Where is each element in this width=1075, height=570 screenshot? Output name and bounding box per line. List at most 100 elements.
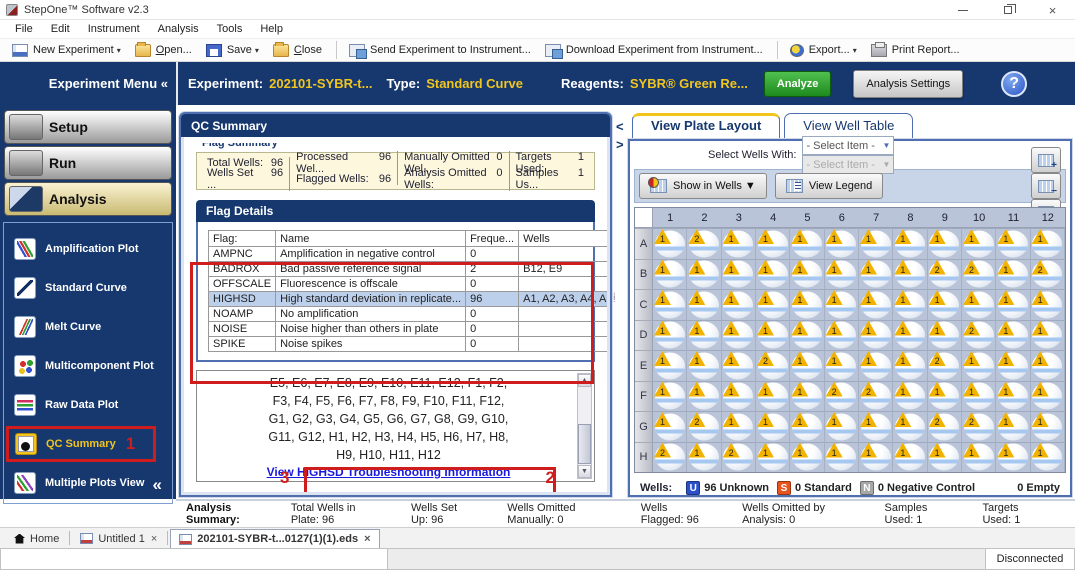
well-E5[interactable]: 1 xyxy=(790,350,824,381)
well-B12[interactable]: 2 xyxy=(1031,259,1065,290)
well-D7[interactable]: 1 xyxy=(859,320,893,351)
new-experiment-button[interactable]: New Experiment▾ xyxy=(6,42,127,59)
well-C7[interactable]: 1 xyxy=(859,289,893,320)
well-H6[interactable]: 1 xyxy=(825,442,859,473)
well-D6[interactable]: 1 xyxy=(825,320,859,351)
well-C1[interactable]: 1 xyxy=(653,289,687,320)
well-E7[interactable]: 1 xyxy=(859,350,893,381)
well-A1[interactable]: 1 xyxy=(653,228,687,259)
menu-analysis[interactable]: Analysis xyxy=(149,21,208,37)
well-H11[interactable]: 1 xyxy=(996,442,1030,473)
well-B8[interactable]: 1 xyxy=(893,259,927,290)
well-H9[interactable]: 1 xyxy=(928,442,962,473)
flag-row-spike[interactable]: SPIKENoise spikes0 xyxy=(209,337,611,352)
plate-row-header-A[interactable]: A xyxy=(635,228,653,259)
well-F4[interactable]: 1 xyxy=(756,381,790,412)
well-D11[interactable]: 1 xyxy=(996,320,1030,351)
doc-tab-202101-sybr-t-0127-1-1-eds[interactable]: 202101-SYBR-t...0127(1)(1).eds× xyxy=(170,529,379,548)
flag-row-offscale[interactable]: OFFSCALEFluorescence is offscale0 xyxy=(209,277,611,292)
flag-row-noamp[interactable]: NOAMPNo amplification0 xyxy=(209,307,611,322)
well-H10[interactable]: 1 xyxy=(962,442,996,473)
well-C9[interactable]: 1 xyxy=(928,289,962,320)
well-B4[interactable]: 1 xyxy=(756,259,790,290)
well-B10[interactable]: 2 xyxy=(962,259,996,290)
well-E1[interactable]: 1 xyxy=(653,350,687,381)
menu-instrument[interactable]: Instrument xyxy=(79,21,149,37)
minimize-button[interactable] xyxy=(940,0,985,20)
well-G6[interactable]: 1 xyxy=(825,411,859,442)
well-G11[interactable]: 1 xyxy=(996,411,1030,442)
well-F9[interactable]: 1 xyxy=(928,381,962,412)
scroll-down-icon[interactable]: ▼ xyxy=(578,465,591,478)
plate-column-header-9[interactable]: 9 xyxy=(928,208,962,228)
menu-help[interactable]: Help xyxy=(251,21,292,37)
well-A4[interactable]: 1 xyxy=(756,228,790,259)
doc-tab-home[interactable]: Home xyxy=(6,529,67,548)
well-G9[interactable]: 2 xyxy=(928,411,962,442)
well-C11[interactable]: 1 xyxy=(996,289,1030,320)
flag-row-ampnc[interactable]: AMPNCAmplification in negative control0 xyxy=(209,247,611,262)
sidebar-collapse-button[interactable]: « xyxy=(153,475,162,495)
plate-row-header-B[interactable]: B xyxy=(635,259,653,290)
well-D4[interactable]: 1 xyxy=(756,320,790,351)
well-E6[interactable]: 1 xyxy=(825,350,859,381)
well-A7[interactable]: 1 xyxy=(859,228,893,259)
well-C3[interactable]: 1 xyxy=(722,289,756,320)
plate-column-header-12[interactable]: 12 xyxy=(1031,208,1065,228)
well-D2[interactable]: 1 xyxy=(687,320,721,351)
plate-row-header-F[interactable]: F xyxy=(635,381,653,412)
well-C10[interactable]: 1 xyxy=(962,289,996,320)
panel-splitter[interactable]: < > ⁞⁞ xyxy=(612,105,628,499)
plate-column-header-1[interactable]: 1 xyxy=(653,208,687,228)
well-B2[interactable]: 1 xyxy=(687,259,721,290)
well-A9[interactable]: 1 xyxy=(928,228,962,259)
menu-file[interactable]: File xyxy=(6,21,42,37)
print-button[interactable]: Print Report... xyxy=(865,42,966,59)
collapse-right-icon[interactable]: > xyxy=(616,137,624,152)
plate-row-header-C[interactable]: C xyxy=(635,289,653,320)
plate-row-header-D[interactable]: D xyxy=(635,320,653,351)
flag-details-table[interactable]: Flag:NameFreque...WellsAMPNCAmplificatio… xyxy=(208,230,610,352)
plate-column-header-5[interactable]: 5 xyxy=(790,208,824,228)
well-F5[interactable]: 1 xyxy=(790,381,824,412)
well-A3[interactable]: 1 xyxy=(722,228,756,259)
plate-row-header-G[interactable]: G xyxy=(635,411,653,442)
well-E10[interactable]: 1 xyxy=(962,350,996,381)
well-E9[interactable]: 2 xyxy=(928,350,962,381)
well-D5[interactable]: 1 xyxy=(790,320,824,351)
sidebar-item-multicomponent-plot[interactable]: Multicomponent Plot xyxy=(8,348,168,384)
well-D12[interactable]: 1 xyxy=(1031,320,1065,351)
plate-column-header-6[interactable]: 6 xyxy=(825,208,859,228)
well-G5[interactable]: 1 xyxy=(790,411,824,442)
well-G10[interactable]: 2 xyxy=(962,411,996,442)
well-D3[interactable]: 1 xyxy=(722,320,756,351)
sidebar-item-qc-summary[interactable]: QC Summary1 xyxy=(6,426,156,462)
well-E3[interactable]: 1 xyxy=(722,350,756,381)
well-F3[interactable]: 1 xyxy=(722,381,756,412)
well-H1[interactable]: 2 xyxy=(653,442,687,473)
sidebar-item-melt-curve[interactable]: Melt Curve xyxy=(8,309,168,345)
well-G1[interactable]: 1 xyxy=(653,411,687,442)
well-H8[interactable]: 1 xyxy=(893,442,927,473)
well-C6[interactable]: 1 xyxy=(825,289,859,320)
well-B9[interactable]: 2 xyxy=(928,259,962,290)
well-C2[interactable]: 1 xyxy=(687,289,721,320)
plate-column-header-7[interactable]: 7 xyxy=(859,208,893,228)
well-A11[interactable]: 1 xyxy=(996,228,1030,259)
open-folder-button[interactable]: Open... xyxy=(129,42,198,59)
well-G3[interactable]: 1 xyxy=(722,411,756,442)
close-folder-button[interactable]: Close xyxy=(267,42,328,59)
sidebar-item-multiple-plots-view[interactable]: Multiple Plots View xyxy=(8,465,168,501)
well-A2[interactable]: 2 xyxy=(687,228,721,259)
flag-row-badrox[interactable]: BADROXBad passive reference signal2B12, … xyxy=(209,262,611,277)
well-H7[interactable]: 1 xyxy=(859,442,893,473)
highsd-troubleshooting-link[interactable]: View HIGHSD Troubleshooting Information xyxy=(267,465,511,479)
well-G8[interactable]: 1 xyxy=(893,411,927,442)
sidebar-item-raw-data-plot[interactable]: Raw Data Plot xyxy=(8,387,168,423)
well-D8[interactable]: 1 xyxy=(893,320,927,351)
restore-button[interactable] xyxy=(985,0,1030,20)
save-button[interactable]: Save▾ xyxy=(200,42,265,59)
sidebar-item-amplification-plot[interactable]: Amplification Plot xyxy=(8,231,168,267)
view-legend-button[interactable]: View Legend xyxy=(775,173,883,199)
well-F2[interactable]: 1 xyxy=(687,381,721,412)
